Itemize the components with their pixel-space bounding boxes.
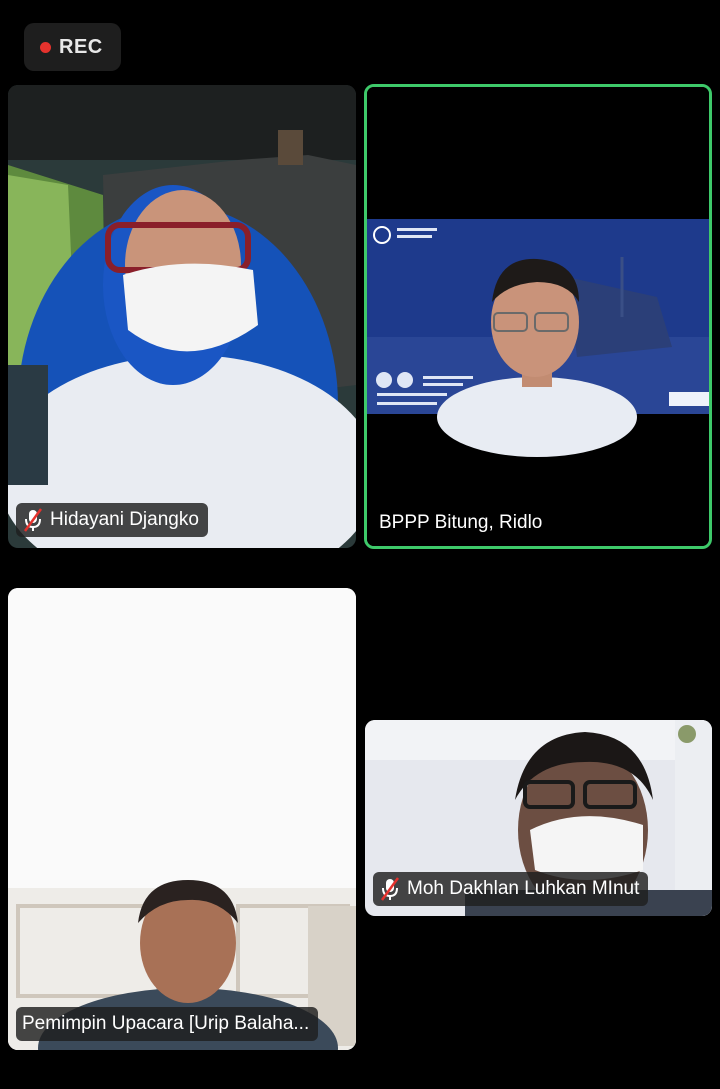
- participant-name: BPPP Bitung, Ridlo: [379, 512, 543, 533]
- recording-indicator: REC: [24, 23, 121, 71]
- record-dot-icon: [40, 41, 51, 53]
- video-tile-bppp-bitung[interactable]: BPPP Bitung, Ridlo: [364, 84, 712, 549]
- recording-label: REC: [59, 35, 103, 58]
- participant-video: [8, 85, 356, 548]
- participant-name-tag: Hidayani Djangko: [16, 503, 208, 537]
- microphone-muted-icon: [380, 877, 400, 901]
- microphone-muted-icon: [23, 508, 43, 532]
- video-tile-moh-dakhlan[interactable]: Moh Dakhlan Luhkan MInut: [365, 720, 712, 916]
- video-tile-hidayani[interactable]: Hidayani Djangko: [8, 85, 356, 548]
- participant-name-tag: Pemimpin Upacara [Urip Balaha...: [16, 1007, 319, 1041]
- participant-name-tag: Moh Dakhlan Luhkan MInut: [373, 872, 649, 906]
- participant-name: Hidayani Djangko: [50, 509, 199, 530]
- participant-video: [8, 588, 356, 1050]
- participant-video: [367, 87, 709, 546]
- participant-name-tag: BPPP Bitung, Ridlo: [379, 506, 551, 540]
- participant-name: Pemimpin Upacara [Urip Balaha...: [22, 1013, 310, 1034]
- participant-name: Moh Dakhlan Luhkan MInut: [407, 878, 640, 899]
- video-tile-pemimpin-upacara[interactable]: Pemimpin Upacara [Urip Balaha...: [8, 588, 356, 1050]
